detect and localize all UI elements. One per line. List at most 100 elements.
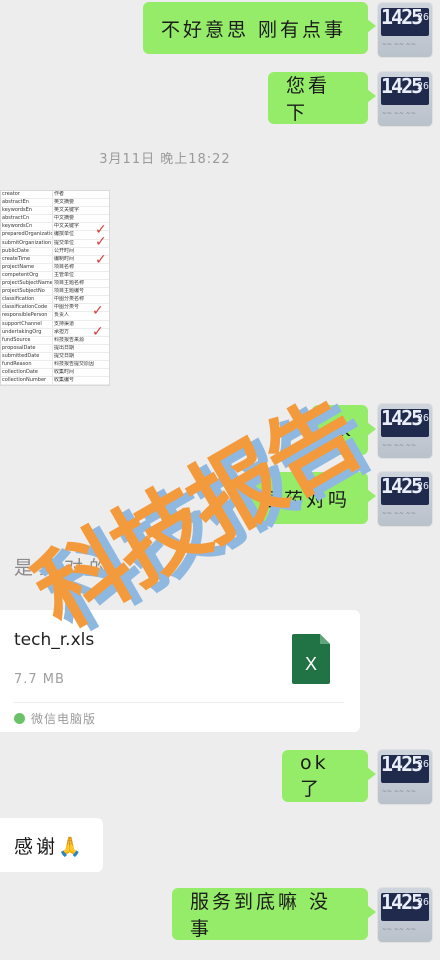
divider	[14, 702, 344, 703]
message-text: 服务到底嘛 没事	[190, 891, 332, 940]
message-bubble-service[interactable]: 服务到底嘛 没事	[172, 888, 376, 940]
table-image-row: keywordsEn 英文关键字	[1, 207, 109, 216]
table-image-field: classification	[2, 296, 35, 303]
message-bubble-sorry[interactable]: 不好意思 刚有点事	[143, 2, 376, 54]
avatar-clock-digits: 1425	[381, 890, 423, 914]
chat-window: 不好意思 刚有点事 1425 26 ~~ ~~ ~~ 您看下 1425 26 ~…	[0, 0, 440, 960]
checkmark-icon: ✓	[92, 324, 104, 340]
table-image-row: projectSubjectName 项目主题名称	[1, 280, 109, 289]
table-image-label: 主管单位	[54, 271, 75, 278]
avatar-clock-digits: 1425	[381, 474, 423, 498]
table-image-field: submittedDate	[2, 352, 40, 359]
table-image-label: 中文摘要	[54, 215, 75, 222]
table-image-row: abstractCn 中文摘要	[1, 215, 109, 224]
table-image-label: 中文关键字	[54, 223, 80, 230]
table-image-row: abstractEn 英文摘要	[1, 199, 109, 208]
table-image-label: 提交日期	[54, 352, 75, 359]
excel-icon-letter: X	[305, 654, 317, 674]
message-text: 医药对吗	[262, 488, 351, 511]
message-bubble-thanks[interactable]: 感谢🙏	[0, 818, 103, 872]
table-image-label: 项目名称	[54, 263, 75, 270]
checkmark-icon: ✓	[95, 252, 107, 268]
table-image-row: fieldCode领域代码	[1, 385, 109, 386]
table-image-row: submitOrganization 提交单位	[1, 240, 109, 248]
table-image-field: collectionDate	[2, 369, 38, 376]
watermark-overlay: 科技报告 科技报告	[18, 380, 388, 652]
avatar[interactable]: 1425 26 ~~ ~~ ~~	[378, 472, 432, 526]
message-text: 不好意思 刚有点事	[161, 18, 347, 41]
avatar[interactable]: 1425 26 ~~ ~~ ~~	[378, 888, 432, 942]
table-image-field: supportChannel	[2, 320, 42, 327]
table-image-row: createTime 编制时间	[1, 256, 109, 264]
table-image-row: projectName 项目名称	[1, 264, 109, 272]
file-name: tech_r.xls	[14, 630, 95, 650]
avatar[interactable]: 1425 26 ~~ ~~ ~~	[378, 404, 432, 458]
table-image-label: 领域代码	[54, 385, 99, 386]
avatar-clock-seconds: 26	[416, 413, 429, 424]
table-image-field: classificationCode	[2, 304, 48, 311]
table-image-field: proposalDate	[2, 344, 36, 351]
table-image-field: responsiblePerson	[2, 312, 48, 319]
avatar-clock-digits: 1425	[381, 406, 423, 430]
table-image-label: 公开时间	[54, 247, 75, 254]
table-image-row: collectionDate 收集时间	[1, 369, 109, 378]
table-image-label: 收集编号	[54, 377, 75, 384]
table-image-field: projectSubjectNo	[2, 288, 45, 295]
file-source-label: 微信电脑版	[31, 712, 97, 726]
wechat-icon	[14, 713, 25, 724]
table-image-field: fundReason	[2, 360, 32, 367]
table-image-row: creator 作者	[1, 191, 109, 200]
avatar-clock-seconds: 26	[416, 12, 429, 23]
checkmark-icon: ✓	[95, 234, 107, 250]
table-image-field: abstractCn	[2, 215, 30, 222]
table-image-label: 提交单位	[54, 239, 75, 246]
table-image-row: publicDate 公开时间	[1, 248, 109, 256]
table-image-field: keywordsEn	[2, 207, 32, 214]
table-image-row: competentOrg 主管单位	[1, 271, 109, 281]
table-image-field: undertakingOrg	[2, 328, 42, 335]
message-bubble-ok-done[interactable]: ok 了	[282, 750, 376, 802]
table-image-label: 英文关键字	[54, 207, 80, 214]
message-text: 感谢🙏	[14, 835, 85, 858]
table-image-row: proposalDate 提出日期	[1, 345, 109, 353]
table-image-label: 作者	[54, 191, 65, 197]
avatar[interactable]: 1425 26 ~~ ~~ ~~	[378, 72, 432, 126]
avatar-clock-seconds: 26	[416, 81, 429, 92]
table-image-label: 科技报告提交原因	[54, 360, 95, 367]
checkmark-icon: ✓	[92, 303, 104, 319]
table-image-field: competentOrg	[2, 271, 39, 278]
table-image-field: collectionNumber	[2, 377, 47, 384]
table-image-row: keywordsCn 中文关键字	[1, 223, 109, 232]
avatar[interactable]: 1425 26 ~~ ~~ ~~	[378, 3, 432, 57]
message-bubble-ok[interactable]: ok	[312, 405, 376, 455]
message-bubble-medical-question[interactable]: 医药对吗	[244, 472, 376, 524]
message-bubble-please-look[interactable]: 您看下	[268, 72, 376, 124]
table-image-row: fundReason 科技报告提交原因	[1, 360, 109, 370]
table-image-field: fieldCode	[2, 385, 52, 386]
table-image-label: 提出日期	[54, 344, 75, 351]
table-image-field: fundSource	[2, 336, 31, 343]
excel-icon: X	[292, 634, 330, 684]
table-image-row: preparedOrganization 编撰单位	[1, 231, 109, 240]
table-image-field: keywordsCn	[2, 223, 33, 230]
avatar-clock-seconds: 26	[416, 897, 429, 908]
chat-timestamp: 3月11日 晚上18:22	[99, 152, 231, 167]
avatar-clock-seconds: 26	[416, 759, 429, 770]
table-image-row: collectionNumber 收集编号	[1, 377, 109, 385]
table-screenshot-image[interactable]: creator 作者 abstractEn 英文摘要 keywordsEn 英文关键字 ab…	[0, 190, 110, 386]
table-image-row: projectSubjectNo 项目主题编号	[1, 288, 109, 297]
table-image-label: 编撰单位	[54, 231, 75, 238]
table-image-label: 中图分类名称	[54, 296, 85, 303]
message-text: ok 了	[300, 751, 329, 800]
message-text: 您看下	[286, 75, 331, 124]
file-size: 7.7 MB	[14, 672, 65, 687]
table-image-label: 英文摘要	[54, 199, 75, 206]
message-partial-text: 是药对的	[14, 557, 115, 579]
avatar-clock-digits: 1425	[381, 74, 423, 98]
avatar[interactable]: 1425 26 ~~ ~~ ~~	[378, 750, 432, 804]
avatar-clock-digits: 1425	[381, 752, 423, 776]
table-image-field: submitOrganization	[2, 239, 52, 246]
avatar-clock-digits: 1425	[381, 5, 423, 29]
table-image-field: projectName	[2, 263, 35, 270]
table-image-field: creator	[2, 191, 20, 197]
